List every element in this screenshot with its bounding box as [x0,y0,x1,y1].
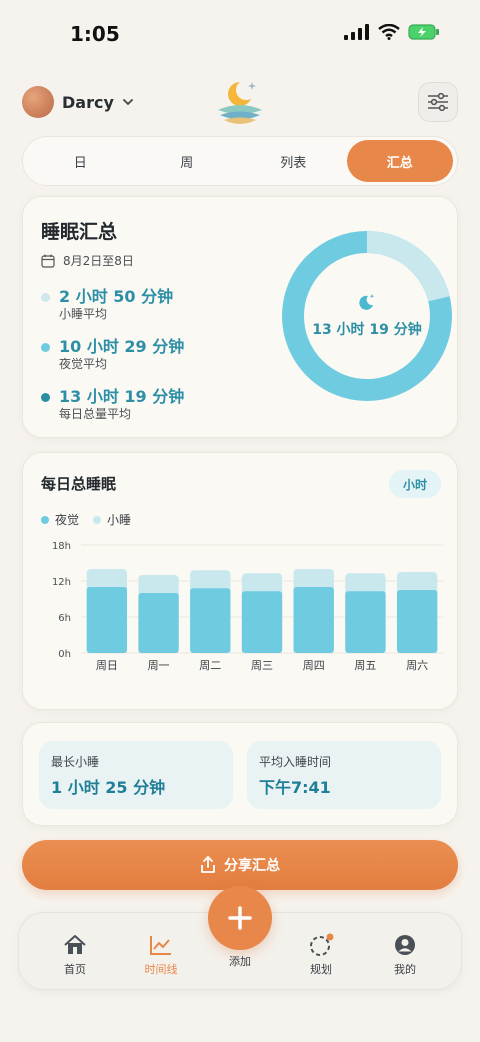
nav-label: 我的 [394,963,416,976]
summary-title: 睡眠汇总 [41,221,118,243]
legend-night: 夜觉 [41,511,79,528]
x-tick-label: 周六 [406,659,428,672]
legend-swatch-night [41,515,49,524]
bar-night [190,588,231,653]
nav-label: 时间线 [144,963,178,976]
header: Darcy [0,78,480,128]
insights-card: 最长小睡 1 小时 25 分钟 平均入睡时间 下午7:41 [22,722,458,826]
add-button[interactable] [208,886,272,950]
chart-title: 每日总睡眠 [41,475,117,493]
legend-swatch-nap [93,515,102,524]
x-tick-label: 周二 [199,659,221,672]
bar-night [86,587,128,653]
sliders-icon [428,93,448,111]
daily-sleep-bar-chart: 0h 6h 12h 18h 周日 周一 周二 周三 周四 周五 周六 [52,541,443,672]
legend-nap: 小睡 [93,511,131,528]
daily-sleep-card: 每日总睡眠 小时 夜觉 小睡 0h 6h 12h 18h 周日 周一 周二 周三 周四 周五 周六 [22,452,458,710]
insight-value: 1 小时 25 分钟 [51,778,166,797]
bar-night [396,590,438,653]
calendar-icon [41,254,55,268]
chart-legend: 夜觉 小睡 [41,511,131,528]
stat-label: 小睡平均 [59,307,108,321]
insight-value: 下午7:41 [259,778,331,797]
legend-label: 小睡 [107,513,132,527]
profile-icon [395,935,415,955]
signal-icon [344,24,369,40]
tab-day[interactable]: 日 [27,140,134,182]
x-tick-label: 周三 [251,659,273,672]
longest-nap-tile: 最长小睡 1 小时 25 分钟 [39,741,233,809]
y-tick-label: 12h [52,577,71,588]
share-icon [201,856,215,873]
stat-value: 13 小时 19 分钟 [59,387,185,406]
status-icons [344,24,440,40]
legend-label: 夜觉 [55,513,80,527]
timeline-chart-icon [150,936,171,955]
bar-night [241,591,283,653]
unit-toggle-button[interactable]: 小时 [389,470,441,498]
insight-label: 最长小睡 [51,755,100,769]
nav-label: 首页 [64,963,86,976]
donut-total-label: 13 小时 19 分钟 [312,322,422,338]
home-icon [64,935,86,954]
filter-settings-button[interactable] [418,82,458,122]
x-tick-label: 周一 [148,659,170,672]
plus-icon [228,906,252,930]
avatar [22,86,54,118]
wifi-icon [378,24,400,40]
tab-week[interactable]: 周 [134,140,241,182]
insight-label: 平均入睡时间 [259,755,332,769]
y-tick-label: 0h [58,649,71,660]
stat-label: 夜觉平均 [59,357,108,371]
status-time: 1:05 [70,22,120,46]
x-tick-label: 周四 [303,659,325,672]
avg-bedtime-tile: 平均入睡时间 下午7:41 [247,741,441,809]
total-dot [41,393,50,402]
sleep-summary-card: 睡眠汇总 8月2日至8日 2 小时 50 分钟 小睡平均 10 小时 29 分钟… [22,196,458,438]
y-tick-label: 6h [58,613,71,624]
tab-list[interactable]: 列表 [240,140,347,182]
nav-plan[interactable]: 规划 [291,933,351,977]
nap-dot [41,293,50,302]
stat-label: 每日总量平均 [59,407,132,421]
donut-center: 13 小时 19 分钟 [281,293,453,339]
stat-value: 2 小时 50 分钟 [59,287,174,306]
date-range-text: 8月2日至8日 [63,254,134,268]
moon-star-icon [359,294,375,310]
y-tick-label: 18h [52,541,71,552]
profile-name: Darcy [62,92,114,112]
share-label: 分享汇总 [224,858,280,874]
profile-switcher[interactable]: Darcy [22,86,134,118]
bar-night [138,593,179,653]
tab-summary[interactable]: 汇总 [346,140,453,182]
x-tick-label: 周五 [354,659,376,672]
status-bar: 1:05 [0,0,480,70]
nav-label: 规划 [310,963,332,976]
chevron-down-icon [122,99,133,106]
nav-timeline[interactable]: 时间线 [131,933,191,977]
plan-circle-icon [310,933,334,956]
x-tick-label: 周日 [96,659,118,672]
stat-value: 10 小时 29 分钟 [59,337,185,356]
bar-night [293,587,334,653]
share-summary-button[interactable]: 分享汇总 [22,840,458,890]
add-label: 添加 [229,955,251,968]
nav-home[interactable]: 首页 [45,933,105,977]
app-logo [218,80,262,124]
period-tabs: 日 周 列表 汇总 [22,136,458,186]
battery-charging-icon [408,24,439,40]
date-range: 8月2日至8日 [41,252,134,269]
nav-profile[interactable]: 我的 [375,933,435,977]
night-dot [41,343,50,352]
bar-night [345,591,386,653]
